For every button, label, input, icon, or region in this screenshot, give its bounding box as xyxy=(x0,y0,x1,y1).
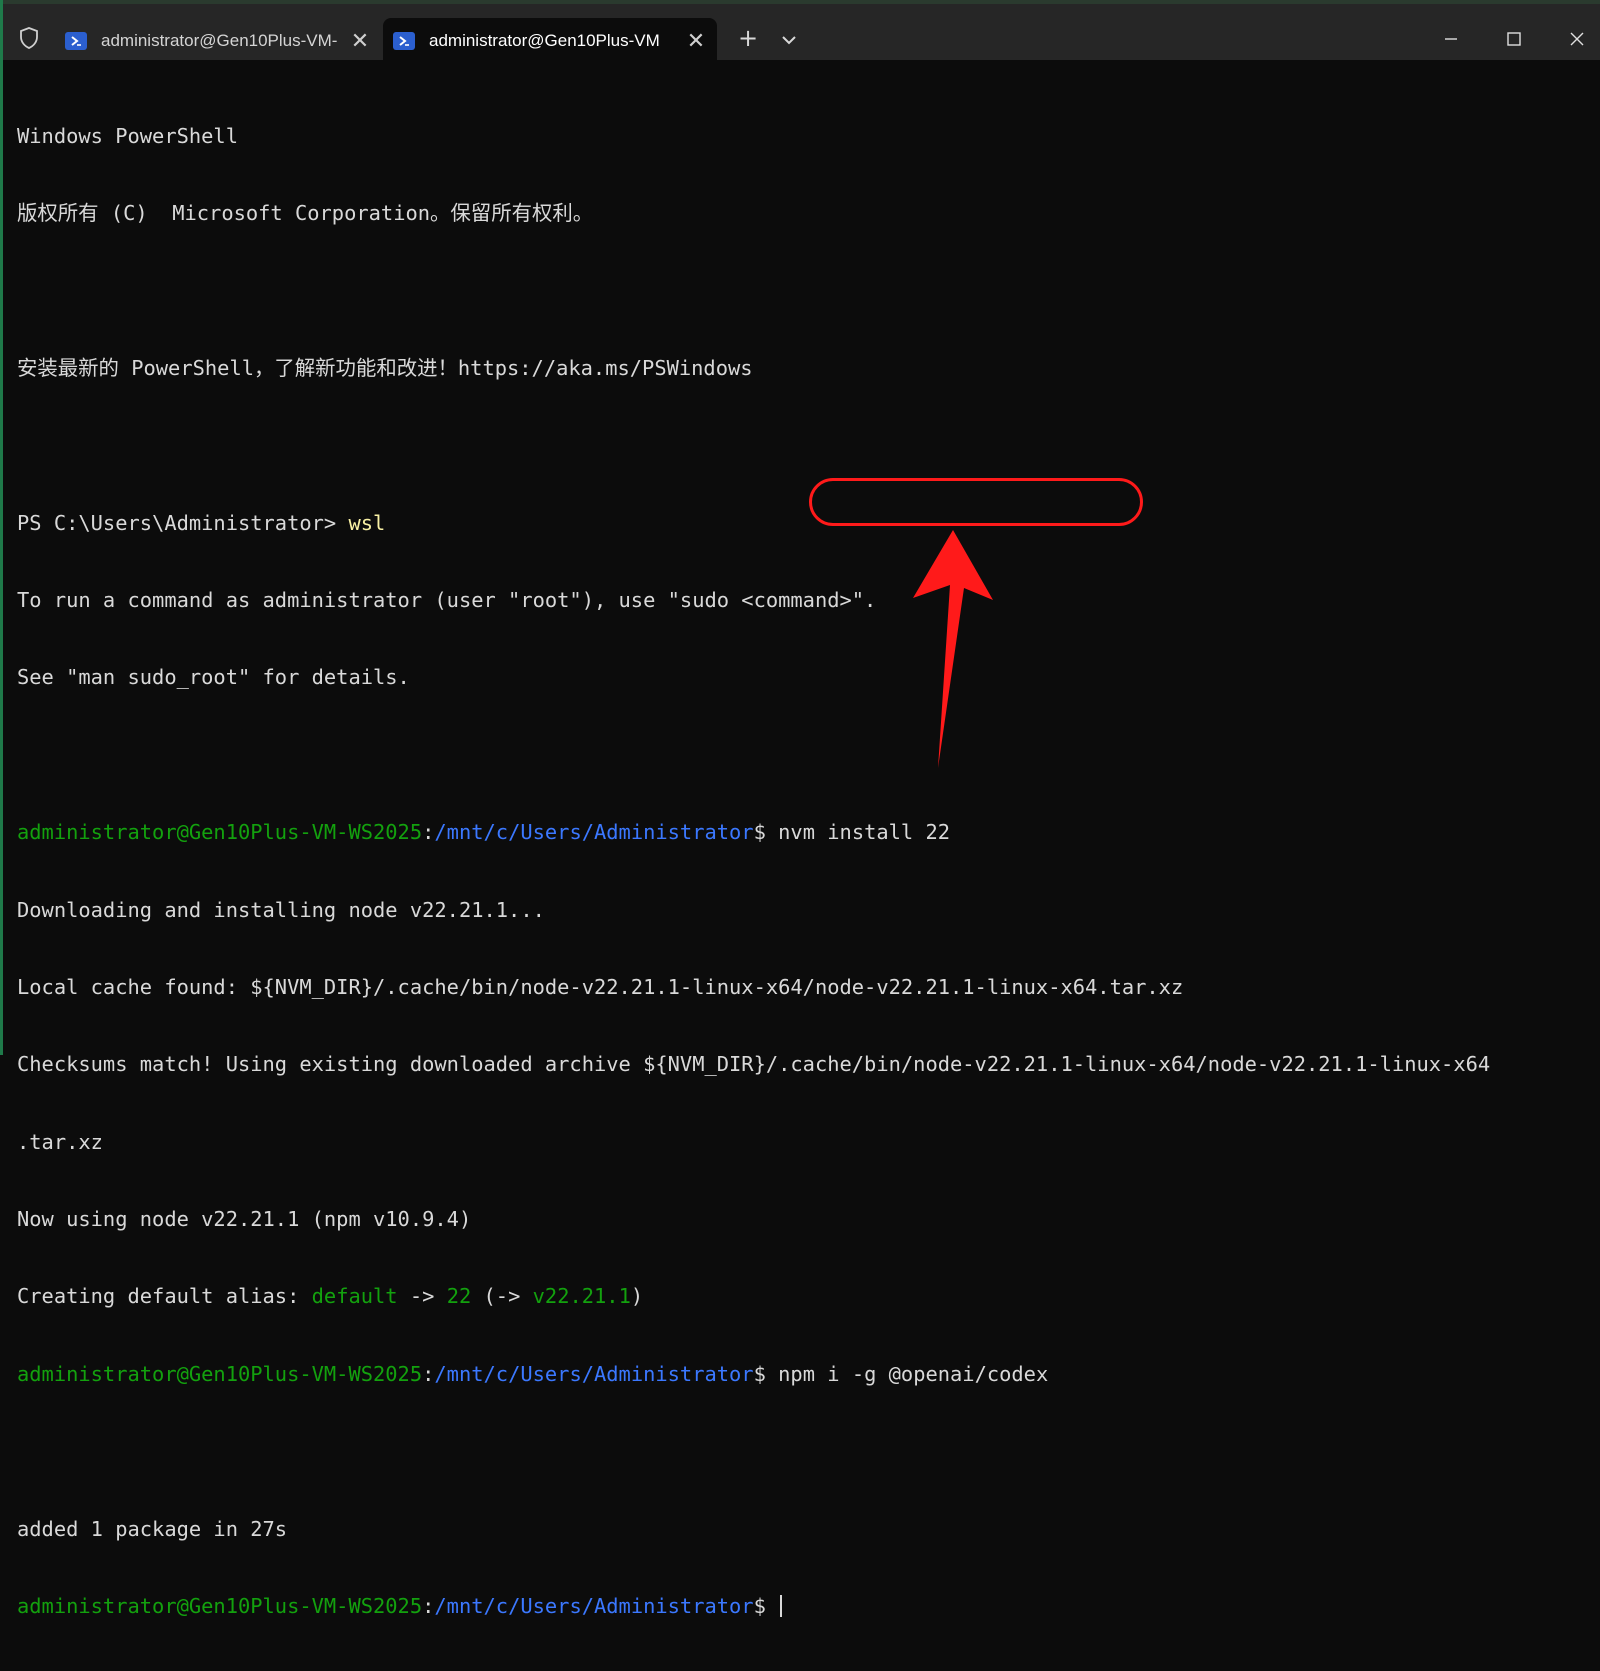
alias-arrow: (-> xyxy=(471,1284,533,1309)
ps-prompt: PS C:\Users\Administrator> xyxy=(17,510,349,535)
output-line: Windows PowerShell xyxy=(17,123,238,148)
close-icon xyxy=(1570,32,1584,46)
output-line: 安装最新的 PowerShell，了解新功能和改进！https://aka.ms… xyxy=(17,355,753,380)
tab-1[interactable]: administrator@Gen10Plus-VM- ✕ xyxy=(55,18,381,64)
prompt-colon: : xyxy=(422,1361,435,1386)
prompt-dollar: $ xyxy=(753,1361,779,1386)
alias-paren: ) xyxy=(630,1284,644,1309)
text-cursor xyxy=(780,1595,783,1618)
terminal-output[interactable]: Windows PowerShell 版权所有 (C) Microsoft Co… xyxy=(17,72,1592,1618)
prompt-colon: : xyxy=(422,1594,435,1619)
tab-close-icon[interactable]: ✕ xyxy=(345,28,375,54)
shield-icon[interactable] xyxy=(17,26,41,50)
terminal-window: administrator@Gen10Plus-VM- ✕ administra… xyxy=(0,0,1600,1618)
bash-prompt-line: administrator@Gen10Plus-VM-WS2025:/mnt/c… xyxy=(17,1362,1592,1388)
prompt-path: /mnt/c/Users/Administrator xyxy=(434,820,754,845)
output-line: To run a command as administrator (user … xyxy=(17,587,877,612)
prompt-dollar: $ xyxy=(753,820,779,845)
chevron-down-icon[interactable] xyxy=(777,28,801,52)
alias-name: default xyxy=(311,1284,398,1309)
powershell-icon xyxy=(393,32,415,50)
prompt-path: /mnt/c/Users/Administrator xyxy=(434,1361,754,1386)
prompt-user-host: administrator@Gen10Plus-VM-WS2025 xyxy=(17,1361,423,1386)
maximize-button[interactable] xyxy=(1497,22,1531,56)
powershell-icon xyxy=(65,32,87,50)
output-line: Local cache found: ${NVM_DIR}/.cache/bin… xyxy=(17,974,1184,999)
alias-arrow: -> xyxy=(397,1284,447,1309)
title-bar: administrator@Gen10Plus-VM- ✕ administra… xyxy=(3,0,1600,64)
output-line: See "man sudo_root" for details. xyxy=(17,665,410,690)
prompt-path: /mnt/c/Users/Administrator xyxy=(434,1594,754,1619)
maximize-icon xyxy=(1507,32,1521,46)
command-text: wsl xyxy=(348,510,386,535)
tab-2-active[interactable]: administrator@Gen10Plus-VM ✕ xyxy=(383,18,717,64)
prompt-colon: : xyxy=(422,820,435,845)
tab-close-icon[interactable]: ✕ xyxy=(681,28,711,54)
prompt-dollar: $ xyxy=(753,1594,779,1619)
powershell-prompt-line: PS C:\Users\Administrator> wsl xyxy=(17,511,1592,537)
alias-text: Creating default alias: xyxy=(17,1284,312,1309)
alias-target: 22 xyxy=(446,1284,472,1309)
output-line: Downloading and installing node v22.21.1… xyxy=(17,897,545,922)
alias-line: Creating default alias: default -> 22 (-… xyxy=(17,1284,1592,1310)
annotation-highlight-oval xyxy=(809,478,1143,526)
prompt-user-host: administrator@Gen10Plus-VM-WS2025 xyxy=(17,1594,423,1619)
minimize-icon xyxy=(1445,38,1457,40)
output-line: Now using node v22.21.1 (npm v10.9.4) xyxy=(17,1207,472,1232)
close-window-button[interactable] xyxy=(1560,22,1594,56)
bash-prompt-line: administrator@Gen10Plus-VM-WS2025:/mnt/c… xyxy=(17,1594,1592,1620)
alias-version: v22.21.1 xyxy=(532,1284,631,1309)
command-text: npm i -g @openai/codex xyxy=(778,1361,1049,1386)
output-line: Checksums match! Using existing download… xyxy=(17,1052,1491,1077)
bash-prompt-line: administrator@Gen10Plus-VM-WS2025:/mnt/c… xyxy=(17,820,1592,846)
output-line: .tar.xz xyxy=(17,1129,103,1154)
output-line: added 1 package in 27s xyxy=(17,1516,288,1541)
minimize-button[interactable] xyxy=(1434,22,1468,56)
output-line: 版权所有 (C) Microsoft Corporation。保留所有权利。 xyxy=(17,200,594,225)
new-tab-button[interactable]: + xyxy=(735,26,761,52)
tab-title: administrator@Gen10Plus-VM xyxy=(429,31,660,50)
tab-title: administrator@Gen10Plus-VM- xyxy=(101,31,338,50)
prompt-user-host: administrator@Gen10Plus-VM-WS2025 xyxy=(17,820,423,845)
annotation-arrow-icon xyxy=(913,530,993,768)
command-text: nvm install 22 xyxy=(778,820,951,845)
